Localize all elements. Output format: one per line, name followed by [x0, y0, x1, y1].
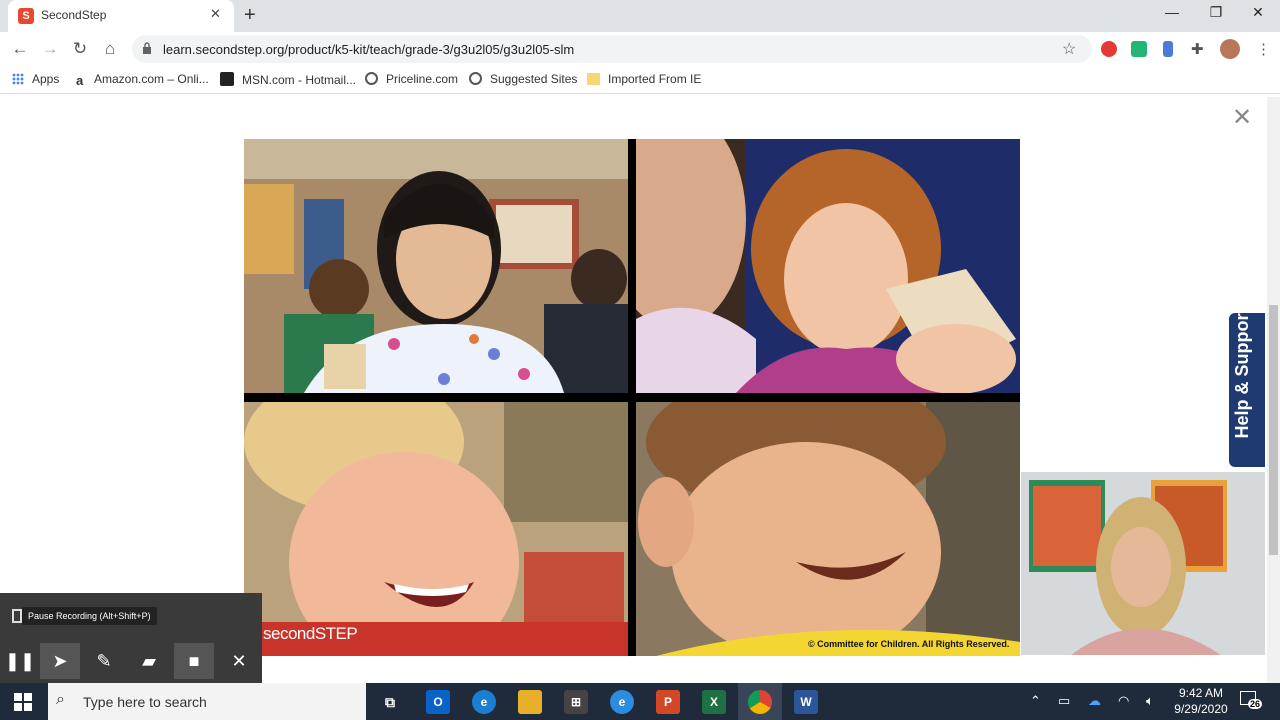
windows-start-icon[interactable] [14, 693, 32, 711]
window-close-button[interactable]: ✕ [1236, 4, 1280, 21]
camera-toggle-icon[interactable]: ■ [174, 643, 214, 679]
bookmark-msn[interactable]: MSN.com - Hotmail... [220, 72, 356, 87]
modal-close-icon[interactable]: ✕ [1232, 103, 1252, 132]
chrome-icon[interactable] [748, 690, 772, 714]
amazon-icon: a [76, 73, 84, 88]
globe-icon [469, 72, 482, 85]
photo-laughing-boy: secondSTEP [244, 402, 628, 656]
pointer-tool-icon[interactable]: ➤ [40, 643, 80, 679]
wifi-icon[interactable]: ◠ [1118, 693, 1129, 709]
onedrive-icon[interactable]: ☁ [1088, 693, 1101, 709]
menu-kebab-icon[interactable]: ⋮ [1256, 40, 1271, 58]
notification-center-icon[interactable]: 26 [1240, 691, 1263, 711]
bookmark-apps[interactable]: Apps [12, 72, 59, 86]
apps-grid-icon [12, 73, 24, 85]
scrollbar-thumb[interactable] [1269, 305, 1278, 555]
edge-icon[interactable]: e [472, 690, 496, 714]
secondstep-watermark: secondSTEP [263, 624, 358, 643]
slide-image: secondSTEP © Committee for Children. All… [244, 139, 1020, 656]
forward-arrow-icon[interactable]: → [40, 39, 60, 59]
windows-taskbar: ⌕ Type here to search ⧉ O e ⊞ e P X W ⌃ … [0, 683, 1280, 720]
pause-button[interactable]: ❚❚ [0, 643, 40, 679]
browser-tab[interactable]: S SecondStep ✕ [8, 0, 234, 32]
msn-icon [220, 72, 234, 86]
help-support-label: Help & Support [1232, 307, 1252, 439]
clock-time[interactable]: 9:42 AM [1176, 686, 1226, 700]
extension-record-icon[interactable] [1101, 41, 1117, 57]
reload-icon[interactable]: ↻ [70, 39, 90, 59]
tab-close-icon[interactable]: ✕ [210, 6, 221, 22]
task-view-icon[interactable]: ⧉ [378, 690, 402, 714]
capture-frame-icon[interactable] [12, 609, 22, 623]
folder-icon [587, 73, 600, 85]
address-bar[interactable]: learn.secondstep.org/product/k5-kit/teac… [132, 35, 1092, 63]
browser-toolbar: ← → ↻ ⌂ learn.secondstep.org/product/k5-… [0, 32, 1280, 66]
bookmark-label: Imported From IE [608, 72, 702, 86]
minimize-button[interactable]: — [1150, 4, 1194, 20]
recording-toolbar: Pause Recording (Alt+Shift+P) ❚❚ ➤ ✎ ▰ ■… [0, 593, 262, 683]
lock-icon [143, 42, 151, 54]
bookmark-star-icon[interactable]: ☆ [1062, 39, 1076, 59]
globe-icon [365, 72, 378, 85]
bookmark-label: Suggested Sites [490, 72, 578, 86]
powerpoint-icon[interactable]: P [656, 690, 680, 714]
back-arrow-icon[interactable]: ← [10, 39, 30, 59]
store-icon[interactable]: ⊞ [564, 690, 588, 714]
pen-tool-icon[interactable]: ✎ [84, 643, 124, 679]
bookmark-label: Priceline.com [386, 72, 459, 86]
bookmarks-bar: Apps a Amazon.com – Onli... MSN.com - Hot… [0, 66, 1280, 94]
new-tab-button[interactable]: + [244, 4, 256, 27]
photo-smiling-boy: © Committee for Children. All Rights Res… [636, 402, 1020, 656]
search-icon: ⌕ [56, 691, 65, 708]
photo-girl-classroom [244, 139, 628, 393]
bookmark-priceline[interactable]: Priceline.com [365, 72, 458, 86]
highlighter-tool-icon[interactable]: ▰ [129, 643, 169, 679]
outlook-icon[interactable]: O [426, 690, 450, 714]
bookmark-imported-from-ie[interactable]: Imported From IE [587, 72, 701, 86]
extension-green-icon[interactable] [1131, 41, 1147, 57]
clock-date[interactable]: 9/29/2020 [1168, 702, 1234, 716]
bookmark-label: Amazon.com – Onli... [94, 72, 209, 86]
word-icon[interactable]: W [794, 690, 818, 714]
excel-icon[interactable]: X [702, 690, 726, 714]
volume-icon[interactable]: 🔈︎ [1146, 693, 1154, 709]
home-icon[interactable]: ⌂ [100, 39, 120, 59]
internet-explorer-icon[interactable]: e [610, 690, 634, 714]
bookmark-suggested-sites[interactable]: Suggested Sites [469, 72, 577, 86]
copyright-notice: © Committee for Children. All Rights Res… [808, 639, 1010, 649]
secondstep-favicon-icon: S [18, 8, 34, 24]
restore-button[interactable]: ❐ [1194, 4, 1238, 21]
webcam-overlay [1021, 472, 1265, 655]
close-recording-icon[interactable]: ✕ [219, 643, 259, 679]
pause-recording-tooltip: Pause Recording (Alt+Shift+P) [22, 607, 157, 625]
browser-tab-strip: S SecondStep ✕ + — ❐ ✕ [0, 0, 1280, 32]
taskbar-search-box[interactable]: ⌕ Type here to search [48, 683, 366, 720]
url-text: learn.secondstep.org/product/k5-kit/teac… [163, 42, 575, 57]
battery-icon[interactable]: ▭ [1058, 693, 1070, 709]
profile-avatar[interactable] [1220, 39, 1240, 59]
tab-title: SecondStep [41, 8, 107, 22]
search-placeholder: Type here to search [83, 694, 207, 710]
photo-redhair-girl [636, 139, 1020, 393]
page-scrollbar[interactable] [1267, 97, 1280, 683]
extensions-puzzle-icon[interactable]: ✚ [1191, 40, 1204, 58]
bookmark-amazon[interactable]: a Amazon.com – Onli... [76, 72, 209, 88]
bookmark-label: Apps [32, 72, 60, 86]
show-hidden-icons-icon[interactable]: ⌃ [1030, 693, 1041, 709]
extension-mic-icon[interactable] [1163, 41, 1173, 57]
bookmark-label: MSN.com - Hotmail... [242, 73, 357, 87]
file-explorer-icon[interactable] [518, 690, 542, 714]
notification-badge: 26 [1248, 699, 1263, 709]
